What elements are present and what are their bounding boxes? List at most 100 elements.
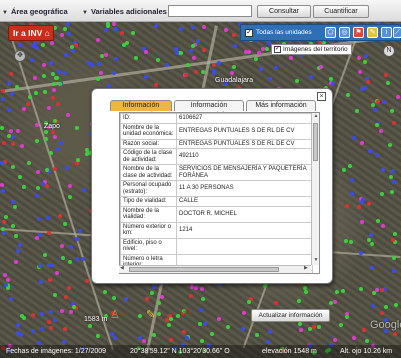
unit-marker[interactable] bbox=[191, 44, 195, 48]
cuantificar-button[interactable]: Cuantificar bbox=[313, 5, 369, 18]
unit-marker[interactable] bbox=[345, 315, 349, 319]
unit-marker[interactable] bbox=[367, 202, 371, 206]
unit-marker[interactable] bbox=[13, 205, 17, 209]
unit-marker[interactable] bbox=[16, 249, 20, 253]
unit-marker[interactable] bbox=[67, 32, 71, 36]
unit-marker[interactable] bbox=[346, 93, 350, 97]
tab-informacion-general[interactable]: Información general bbox=[110, 100, 172, 119]
unit-marker[interactable] bbox=[52, 82, 56, 86]
unit-marker[interactable] bbox=[42, 63, 46, 67]
unit-marker[interactable] bbox=[391, 169, 395, 173]
unit-marker[interactable] bbox=[142, 339, 146, 343]
unit-marker[interactable] bbox=[112, 71, 116, 75]
tab-mas-informacion[interactable]: Más información bbox=[246, 100, 316, 111]
unit-marker[interactable] bbox=[90, 63, 94, 67]
unit-marker[interactable] bbox=[376, 219, 380, 223]
unit-marker[interactable] bbox=[66, 22, 70, 26]
unit-marker[interactable] bbox=[165, 63, 169, 67]
unit-marker[interactable] bbox=[185, 336, 189, 340]
unit-marker[interactable] bbox=[362, 328, 366, 332]
unit-marker[interactable] bbox=[357, 56, 361, 60]
unit-marker[interactable] bbox=[348, 164, 352, 168]
unit-marker[interactable] bbox=[53, 167, 57, 171]
unit-marker[interactable] bbox=[189, 294, 193, 298]
unit-marker[interactable] bbox=[226, 325, 230, 329]
unit-marker[interactable] bbox=[97, 62, 101, 66]
unit-marker[interactable] bbox=[257, 51, 261, 55]
unit-marker[interactable] bbox=[194, 286, 198, 290]
unit-marker[interactable] bbox=[71, 49, 75, 53]
unit-marker[interactable] bbox=[182, 330, 186, 334]
scroll-thumb[interactable] bbox=[313, 123, 318, 161]
unit-marker[interactable] bbox=[14, 234, 18, 238]
unit-marker[interactable] bbox=[255, 333, 259, 337]
unit-marker[interactable] bbox=[51, 96, 55, 100]
unit-marker[interactable] bbox=[67, 286, 71, 290]
unit-marker[interactable] bbox=[254, 57, 258, 61]
unit-marker[interactable] bbox=[75, 257, 79, 261]
unit-marker[interactable] bbox=[43, 253, 47, 257]
unit-marker[interactable] bbox=[138, 336, 142, 340]
unit-marker[interactable] bbox=[22, 107, 26, 111]
unit-marker[interactable] bbox=[85, 279, 89, 283]
ruler-icon[interactable]: ⟋ bbox=[393, 27, 401, 38]
unit-marker[interactable] bbox=[380, 311, 384, 315]
unit-marker[interactable] bbox=[76, 158, 80, 162]
unit-marker[interactable] bbox=[41, 43, 45, 47]
scroll-left-icon[interactable]: ◀ bbox=[120, 265, 124, 271]
unit-marker[interactable] bbox=[18, 43, 22, 47]
email-icon[interactable]: ✉ bbox=[218, 308, 227, 321]
unit-marker[interactable] bbox=[299, 328, 303, 332]
unit-marker[interactable] bbox=[392, 121, 396, 125]
unit-marker[interactable] bbox=[308, 327, 312, 331]
unit-marker[interactable] bbox=[167, 323, 171, 327]
unit-marker[interactable] bbox=[179, 27, 183, 31]
unit-marker[interactable] bbox=[68, 184, 72, 188]
tab-informacion-comercial[interactable]: Información comercial bbox=[174, 100, 244, 119]
unit-marker[interactable] bbox=[30, 58, 34, 62]
unit-marker[interactable] bbox=[7, 108, 11, 112]
unit-marker[interactable] bbox=[350, 192, 354, 196]
unit-marker[interactable] bbox=[210, 332, 214, 336]
unit-marker[interactable] bbox=[65, 166, 69, 170]
unit-marker[interactable] bbox=[114, 57, 118, 61]
unit-marker[interactable] bbox=[4, 215, 8, 219]
unit-marker[interactable] bbox=[35, 139, 39, 143]
unit-marker[interactable] bbox=[47, 320, 51, 324]
unit-marker[interactable] bbox=[344, 239, 348, 243]
unit-marker[interactable] bbox=[112, 296, 116, 300]
unit-marker[interactable] bbox=[393, 332, 397, 336]
pdf-icon[interactable]: ⎙ bbox=[182, 308, 191, 321]
unit-marker[interactable] bbox=[66, 113, 70, 117]
unit-marker[interactable] bbox=[359, 251, 363, 255]
unit-marker[interactable] bbox=[1, 189, 5, 193]
unit-marker[interactable] bbox=[201, 297, 205, 301]
unit-marker[interactable] bbox=[16, 129, 20, 133]
unit-marker[interactable] bbox=[31, 313, 35, 317]
unit-marker[interactable] bbox=[75, 126, 79, 130]
north-compass-icon[interactable]: N bbox=[383, 45, 395, 57]
unit-marker[interactable] bbox=[124, 297, 128, 301]
polygon-tool-icon[interactable]: ⬠ bbox=[325, 27, 336, 38]
unit-marker[interactable] bbox=[96, 77, 100, 81]
unit-marker[interactable] bbox=[45, 184, 49, 188]
unit-marker[interactable] bbox=[312, 325, 316, 329]
unit-marker[interactable] bbox=[376, 100, 380, 104]
unit-marker[interactable] bbox=[22, 316, 26, 320]
unit-marker[interactable] bbox=[268, 330, 272, 334]
unit-marker[interactable] bbox=[9, 72, 13, 76]
unit-marker[interactable] bbox=[10, 92, 14, 96]
unit-marker[interactable] bbox=[47, 231, 51, 235]
unit-marker[interactable] bbox=[53, 293, 57, 297]
unit-marker[interactable] bbox=[266, 340, 270, 344]
pushpin-icon[interactable]: ✎ bbox=[367, 27, 378, 38]
unit-marker[interactable] bbox=[113, 336, 117, 340]
unit-marker[interactable] bbox=[61, 256, 65, 260]
unit-marker[interactable] bbox=[1, 89, 5, 93]
unit-marker[interactable] bbox=[396, 95, 400, 99]
unit-marker[interactable] bbox=[352, 136, 356, 140]
unit-marker[interactable] bbox=[63, 27, 67, 31]
unit-marker[interactable] bbox=[373, 108, 377, 112]
unit-marker[interactable] bbox=[125, 41, 129, 45]
unit-marker[interactable] bbox=[82, 188, 86, 192]
